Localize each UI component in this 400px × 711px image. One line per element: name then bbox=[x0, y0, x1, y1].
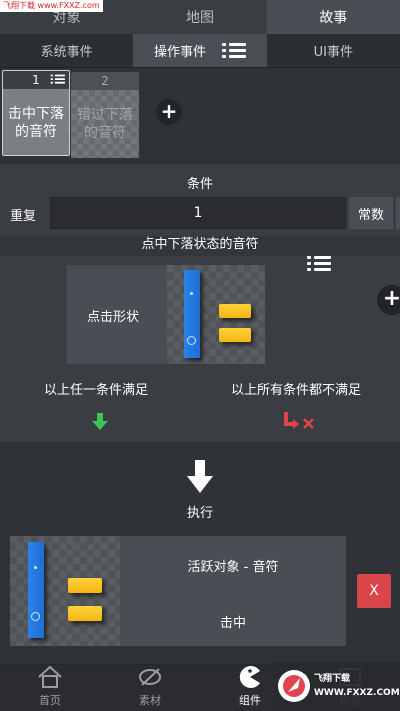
assets-icon bbox=[139, 668, 161, 686]
event-label-line2: 的音符 bbox=[15, 124, 57, 140]
nav-assets-label: 素材 bbox=[139, 694, 161, 707]
event-card-body: 错过下落 的音符 bbox=[71, 90, 139, 158]
event-card-body: 击中下落 的音符 bbox=[3, 89, 69, 155]
event-card-header: 1 bbox=[3, 71, 69, 89]
event-card-1[interactable]: 1 击中下落 的音符 bbox=[2, 70, 70, 156]
action-name-label: 击中 bbox=[219, 616, 246, 631]
constant-button[interactable]: 常数 bbox=[349, 197, 393, 229]
repeat-input[interactable]: 1 bbox=[50, 197, 346, 229]
tab-map[interactable]: 地图 bbox=[133, 0, 266, 34]
tab-ui-events-label: UI事件 bbox=[313, 45, 353, 60]
bar-dot bbox=[190, 292, 193, 295]
event-list: 1 击中下落 的音符 2 错过下落 的音符 + bbox=[0, 68, 400, 164]
repeat-row: 重复 1 常数 bbox=[0, 197, 400, 229]
bar-ring bbox=[187, 336, 196, 345]
red-branch-cross-icon[interactable] bbox=[282, 412, 318, 432]
no-condition-met-label[interactable]: 以上所有条件都不满足 bbox=[231, 379, 361, 398]
any-condition-met-label[interactable]: 以上任一条件满足 bbox=[44, 379, 148, 398]
event-label-line1: 错过下落 bbox=[77, 107, 133, 123]
action-block[interactable]: 活跃对象 - 音符 击中 bbox=[10, 536, 346, 646]
event-card-header: 2 bbox=[71, 72, 139, 90]
tab-story[interactable]: 故事 bbox=[266, 0, 400, 34]
watermark-text: 飞翔下载 WWW.FXXZ.COM bbox=[314, 674, 400, 698]
tab-system-events-label: 系统事件 bbox=[40, 45, 93, 60]
blue-note-bar bbox=[184, 270, 200, 358]
yellow-note-block bbox=[68, 578, 102, 593]
yellow-note-block bbox=[219, 304, 251, 318]
tab-operation-events-label: 操作事件 bbox=[153, 45, 206, 60]
tab-story-label: 故事 bbox=[319, 10, 348, 26]
condition-target-row: 点中下落状态的音符 bbox=[0, 236, 400, 271]
event-menu-icon[interactable] bbox=[50, 74, 65, 85]
home-icon bbox=[38, 665, 62, 688]
nav-assets[interactable]: 素材 bbox=[100, 665, 200, 711]
repeat-label: 重复 bbox=[10, 209, 37, 224]
list-menu-icon[interactable] bbox=[222, 42, 246, 60]
blue-note-bar bbox=[28, 542, 44, 638]
nav-home[interactable]: 首页 bbox=[0, 665, 100, 711]
shape-label: 点击形状 bbox=[87, 310, 140, 325]
event-number: 1 bbox=[32, 73, 40, 87]
condition-target-title: 点中下落状态的音符 bbox=[141, 237, 259, 252]
nav-home-label: 首页 bbox=[39, 694, 61, 707]
bar-ring bbox=[31, 612, 40, 621]
condition-block[interactable]: 点击形状 bbox=[67, 265, 265, 364]
tab-operation-events[interactable]: 操作事件 bbox=[133, 34, 267, 67]
event-label-line2: 的音符 bbox=[84, 125, 126, 141]
add-event-button[interactable]: + bbox=[156, 99, 182, 125]
event-number: 2 bbox=[101, 74, 109, 88]
tab-system-events[interactable]: 系统事件 bbox=[0, 34, 133, 67]
condition-title: 条件 bbox=[186, 177, 213, 192]
tab-map-label: 地图 bbox=[185, 10, 214, 26]
pacman-icon bbox=[239, 666, 260, 688]
yellow-note-block bbox=[68, 606, 102, 621]
action-target-label: 活跃对象 - 音符 bbox=[187, 560, 279, 575]
nav-components-label: 组件 bbox=[239, 694, 261, 707]
constant-button-extra[interactable] bbox=[396, 197, 400, 229]
note-shape-image bbox=[167, 265, 265, 364]
add-condition-button[interactable]: + bbox=[377, 285, 400, 315]
yellow-note-block bbox=[219, 328, 251, 342]
note-action-image bbox=[10, 536, 120, 646]
event-type-tab-bar: 系统事件 操作事件 UI事件 bbox=[0, 34, 400, 68]
event-label-line1: 击中下落 bbox=[8, 106, 64, 122]
watermark-logo-icon bbox=[278, 670, 310, 702]
bar-dot bbox=[34, 566, 37, 569]
execute-down-arrow-icon bbox=[187, 460, 213, 493]
watermark-top: 飞翔下载 www.FXXZ.com bbox=[0, 0, 103, 12]
event-card-2[interactable]: 2 错过下落 的音符 bbox=[71, 72, 139, 158]
green-down-arrow-icon[interactable] bbox=[92, 413, 108, 431]
delete-action-button[interactable]: X bbox=[357, 574, 391, 608]
condition-menu-icon[interactable] bbox=[307, 255, 331, 273]
tab-ui-events[interactable]: UI事件 bbox=[267, 34, 400, 67]
execute-title: 执行 bbox=[186, 506, 213, 521]
watermark-bottom: 飞翔下载 WWW.FXXZ.COM bbox=[274, 662, 400, 711]
